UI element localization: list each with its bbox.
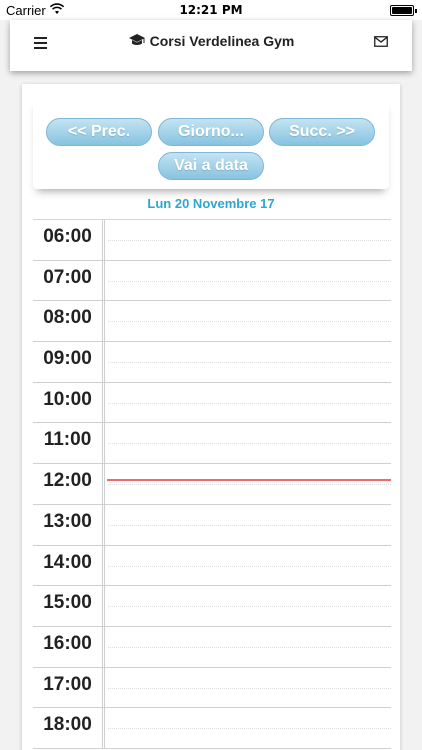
header-title-text: Corsi Verdelinea Gym — [149, 33, 295, 49]
half-hour-divider — [108, 646, 391, 648]
hour-label: 09:00 — [33, 342, 105, 382]
hour-label: 11:00 — [33, 423, 105, 464]
half-hour-divider — [108, 321, 391, 323]
hour-label: 10:00 — [33, 382, 105, 423]
hour-row: 16:00 — [33, 626, 391, 668]
half-hour-divider — [108, 687, 391, 689]
hour-row: 06:00 — [33, 220, 391, 261]
hour-row: 10:00 — [33, 382, 391, 424]
half-hour-divider — [108, 728, 391, 730]
graduation-cap-icon — [128, 34, 145, 46]
hour-row: 12:00 — [33, 464, 391, 505]
battery-icon — [390, 5, 417, 16]
hour-label: 15:00 — [33, 586, 105, 626]
hour-row: 15:00 — [33, 586, 391, 627]
hour-row: 13:00 — [33, 504, 391, 546]
hour-label: 13:00 — [33, 504, 105, 545]
half-hour-divider — [108, 402, 391, 404]
prev-button[interactable]: << Prec. — [46, 118, 152, 146]
hour-row: 11:00 — [33, 423, 391, 465]
half-hour-divider — [108, 362, 391, 364]
go-to-date-button[interactable]: Vai a data — [158, 152, 264, 180]
date-navigation-toolbar: << Prec. Giorno... Succ. >> Vai a data — [33, 99, 389, 189]
half-hour-divider — [108, 484, 391, 486]
day-view-button[interactable]: Giorno... — [158, 118, 264, 146]
hour-label: 06:00 — [33, 220, 105, 260]
half-hour-divider — [108, 443, 391, 445]
hour-row: 14:00 — [33, 545, 391, 587]
hour-label: 12:00 — [33, 464, 105, 504]
hour-row: 17:00 — [33, 667, 391, 709]
hour-row: 18:00 — [33, 708, 391, 749]
hour-label: 14:00 — [33, 545, 105, 586]
hour-label: 08:00 — [33, 301, 105, 342]
half-hour-divider — [108, 565, 391, 567]
half-hour-divider — [108, 606, 391, 608]
current-time-indicator — [107, 479, 391, 482]
hour-row: 09:00 — [33, 342, 391, 383]
status-time: 12:21 PM — [179, 3, 243, 17]
half-hour-divider — [108, 240, 391, 241]
page-title: Corsi Verdelinea Gym — [10, 33, 412, 49]
hour-row: 08:00 — [33, 301, 391, 343]
app-header: Corsi Verdelinea Gym — [10, 20, 412, 71]
next-button[interactable]: Succ. >> — [269, 118, 375, 146]
hour-row: 07:00 — [33, 260, 391, 302]
current-date-label: Lun 20 Novembre 17 — [147, 196, 275, 211]
half-hour-divider — [108, 280, 391, 282]
hour-label: 16:00 — [33, 626, 105, 667]
mail-icon[interactable] — [374, 36, 388, 47]
calendar-panel: << Prec. Giorno... Succ. >> Vai a data L… — [22, 84, 400, 750]
status-bar: Carrier 12:21 PM — [0, 0, 422, 20]
hour-label: 17:00 — [33, 667, 105, 708]
hour-label: 07:00 — [33, 260, 105, 301]
half-hour-divider — [108, 524, 391, 526]
day-calendar: 06:00 07:00 08:00 09:00 10:00 11:00 12:00 13:00… — [33, 219, 391, 750]
hour-label: 18:00 — [33, 708, 105, 748]
